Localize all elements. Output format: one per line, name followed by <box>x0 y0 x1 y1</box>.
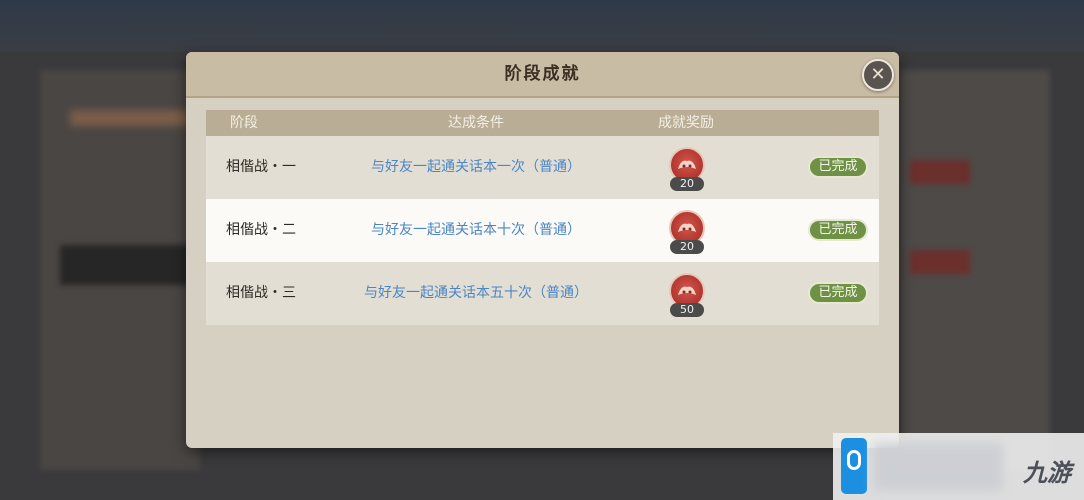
reward-count: 20 <box>670 177 704 191</box>
stage-name: 相偕战・二 <box>226 222 296 238</box>
stage-name: 相偕战・一 <box>226 159 296 175</box>
close-button[interactable]: ✕ <box>862 59 894 91</box>
condition-text: 与好友一起通关话本一次（普通） <box>371 159 581 175</box>
background-dark-block <box>60 245 190 285</box>
watermark: 九游 <box>833 433 1084 500</box>
table-row: 相偕战・三 与好友一起通关话本五十次（普通） 50 已完成 <box>206 262 879 325</box>
table-header: 阶段 达成条件 成就奖励 <box>206 110 879 136</box>
app-logo-icon <box>841 438 867 494</box>
reward-item[interactable]: 20 <box>669 147 705 191</box>
reward-item[interactable]: 50 <box>669 273 705 317</box>
background-top-bar <box>0 0 1084 52</box>
header-stage: 阶段 <box>230 115 258 131</box>
stage-name: 相偕战・三 <box>226 285 296 301</box>
table-row: 相偕战・二 与好友一起通关话本十次（普通） 20 已完成 <box>206 199 879 262</box>
header-reward: 成就奖励 <box>658 115 714 131</box>
condition-text: 与好友一起通关话本十次（普通） <box>371 222 581 238</box>
background-red-block <box>910 250 970 274</box>
condition-text: 与好友一起通关话本五十次（普通） <box>364 285 588 301</box>
completed-badge: 已完成 <box>808 282 868 304</box>
completed-badge: 已完成 <box>808 156 868 178</box>
completed-badge: 已完成 <box>808 219 868 241</box>
stage-achievement-dialog: 阶段成就 ✕ 阶段 达成条件 成就奖励 相偕战・一 与好友一起通关话本一次（普通… <box>186 52 899 448</box>
table-row: 相偕战・一 与好友一起通关话本一次（普通） 20 已完成 <box>206 136 879 199</box>
reward-count: 50 <box>670 303 704 317</box>
reward-count: 20 <box>670 240 704 254</box>
dialog-title: 阶段成就 <box>504 64 581 84</box>
reward-item[interactable]: 20 <box>669 210 705 254</box>
close-x-icon: ✕ <box>870 64 886 85</box>
watermark-text: 九游 <box>1023 459 1071 487</box>
watermark-blur <box>873 443 1003 491</box>
header-condition: 达成条件 <box>448 115 504 131</box>
background-bar <box>70 110 190 126</box>
achievement-table: 阶段 达成条件 成就奖励 相偕战・一 与好友一起通关话本一次（普通） 20 已完… <box>206 110 879 330</box>
background-red-block <box>910 160 970 184</box>
dialog-header: 阶段成就 ✕ <box>186 52 899 98</box>
